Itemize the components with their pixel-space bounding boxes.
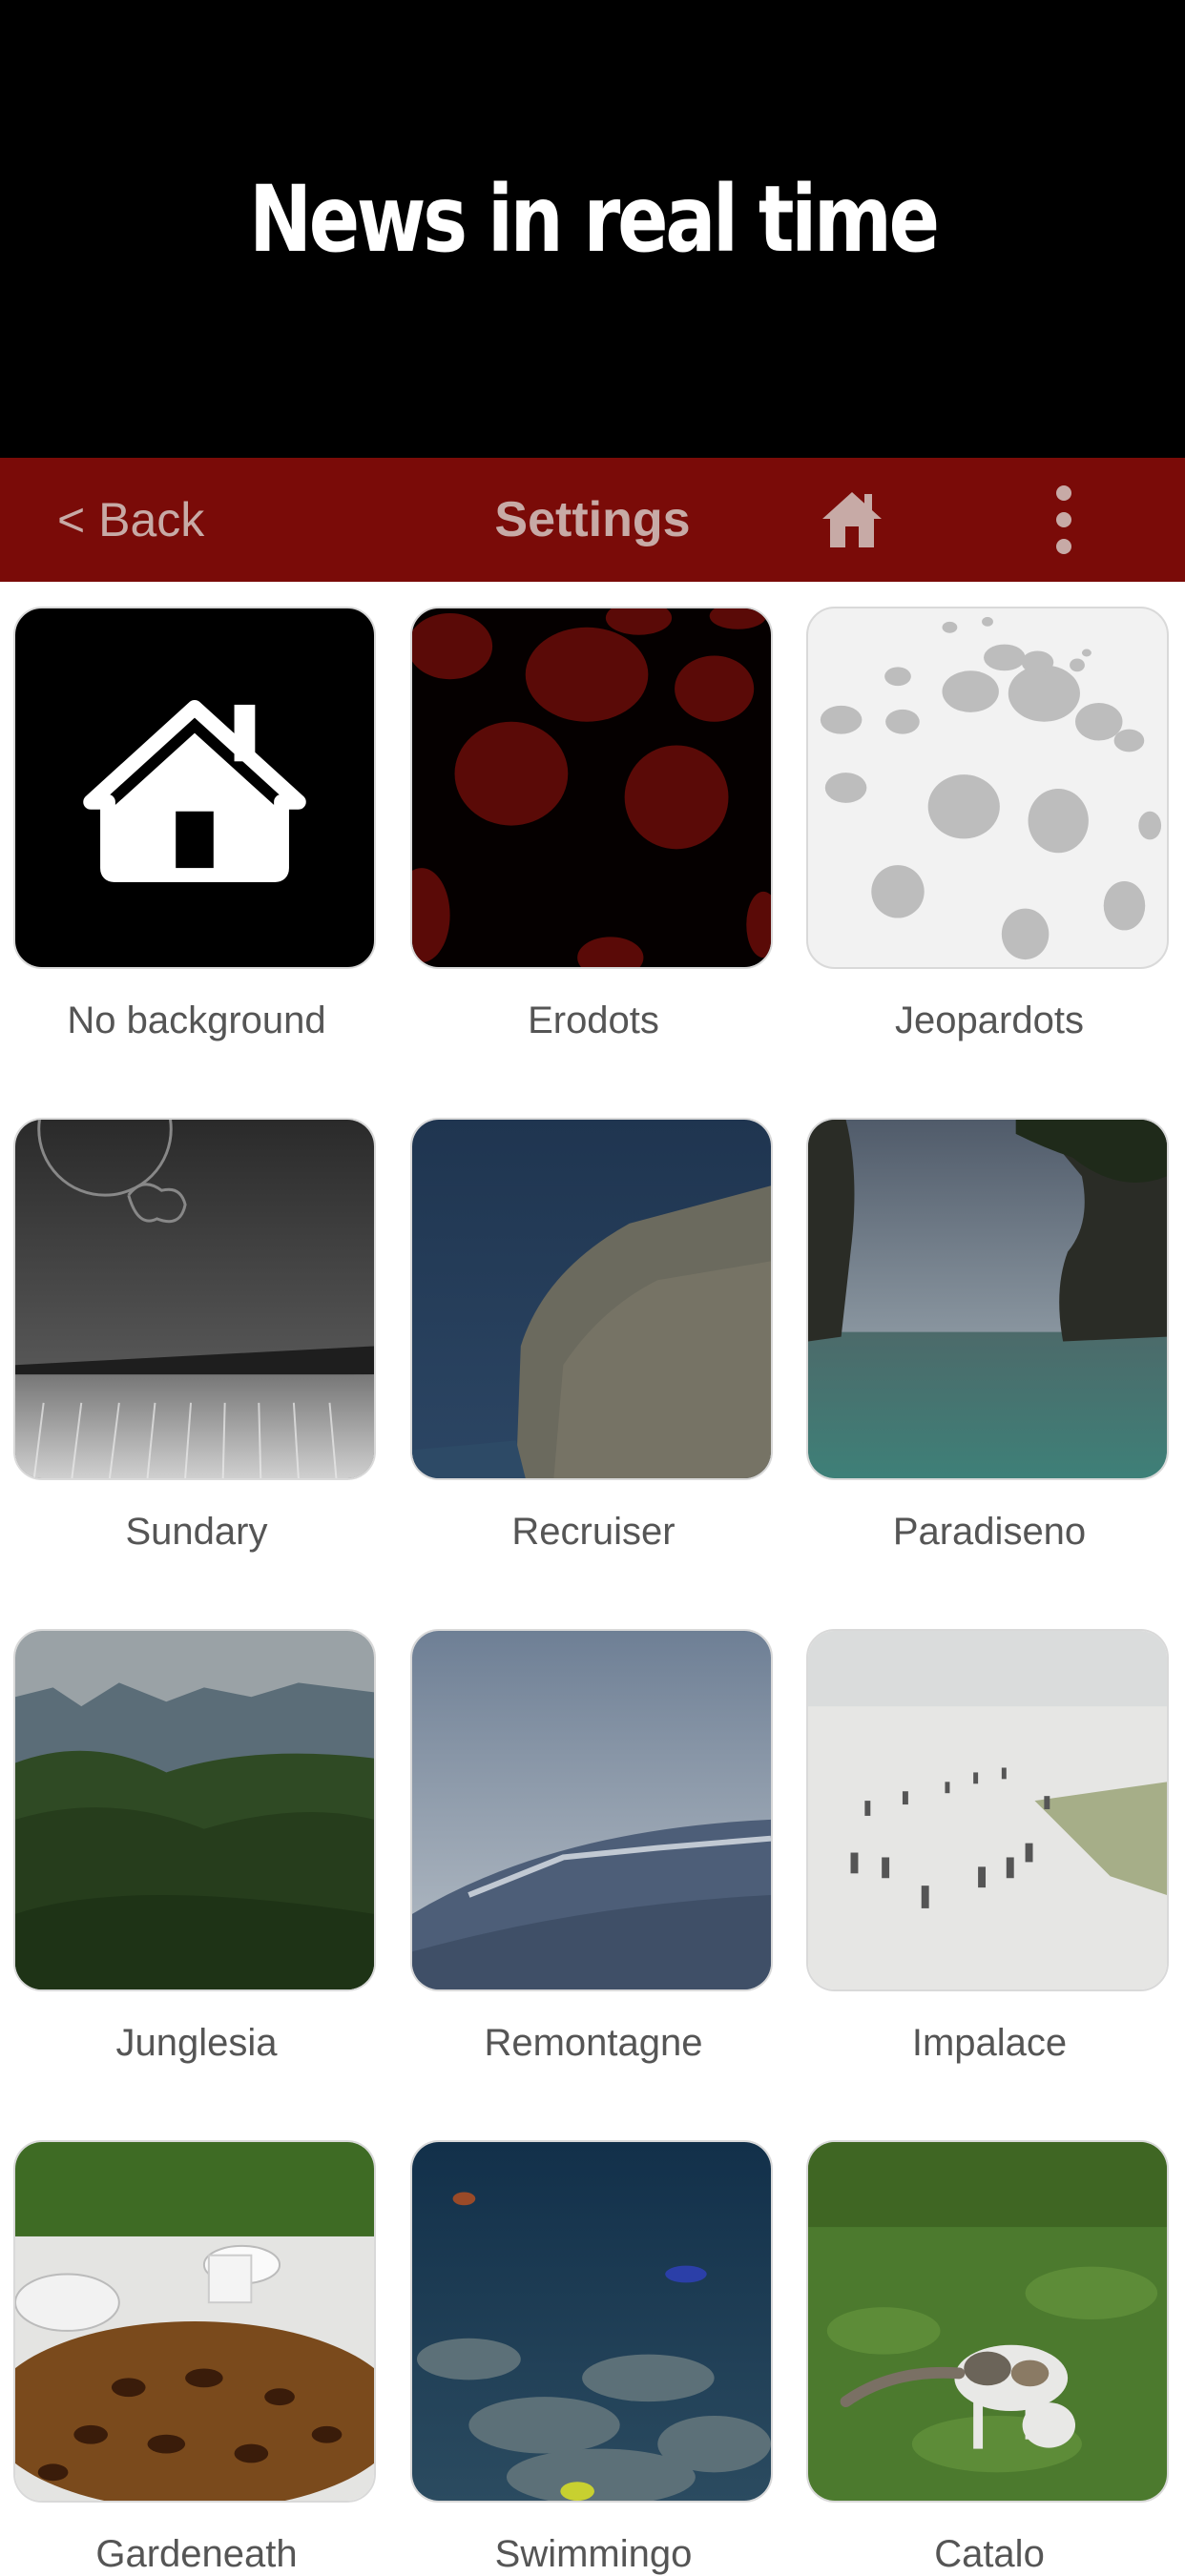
background-label: Catalo xyxy=(934,2533,1045,2575)
background-label: Remontagne xyxy=(484,2022,703,2064)
background-label: Sundary xyxy=(125,1511,268,1553)
remontagne-thumbnail[interactable] xyxy=(410,1629,773,1991)
background-option-swimmingo[interactable]: Swimmingo xyxy=(410,2140,777,2576)
background-label: Junglesia xyxy=(115,2022,278,2064)
navigation-bar: < Back Settings xyxy=(0,458,1185,582)
swimmingo-thumbnail[interactable] xyxy=(410,2140,773,2503)
no-background-thumbnail[interactable] xyxy=(13,607,376,969)
sundary-thumbnail[interactable] xyxy=(13,1118,376,1480)
background-option-recruiser[interactable]: Recruiser xyxy=(410,1118,777,1554)
background-label: Jeopardots xyxy=(895,999,1084,1041)
background-label: Gardeneath xyxy=(95,2533,298,2575)
home-icon[interactable] xyxy=(819,486,885,553)
background-option-remontagne[interactable]: Remontagne xyxy=(410,1629,777,2065)
background-option-impalace[interactable]: Impalace xyxy=(806,1629,1173,2065)
more-vertical-icon[interactable] xyxy=(1050,482,1078,558)
house-icon xyxy=(83,699,306,882)
background-label: Erodots xyxy=(528,999,659,1041)
catalo-thumbnail[interactable] xyxy=(806,2140,1169,2503)
background-label: No background xyxy=(67,999,326,1041)
erodots-thumbnail[interactable] xyxy=(410,607,773,969)
background-option-gardeneath[interactable]: Gardeneath xyxy=(13,2140,380,2576)
impalace-thumbnail[interactable] xyxy=(806,1629,1169,1991)
background-option-paradiseno[interactable]: Paradiseno xyxy=(806,1118,1173,1554)
paradiseno-thumbnail[interactable] xyxy=(806,1118,1169,1480)
background-label: Swimmingo xyxy=(494,2533,693,2575)
background-option-catalo[interactable]: Catalo xyxy=(806,2140,1173,2576)
background-option-sundary[interactable]: Sundary xyxy=(13,1118,380,1554)
background-option-erodots[interactable]: Erodots xyxy=(410,607,777,1042)
junglesia-thumbnail[interactable] xyxy=(13,1629,376,1991)
app-title: News in real time xyxy=(248,166,940,273)
recruiser-thumbnail[interactable] xyxy=(410,1118,773,1480)
jeopardots-thumbnail[interactable] xyxy=(806,607,1169,969)
background-label: Recruiser xyxy=(511,1511,676,1553)
background-label: Impalace xyxy=(911,2022,1068,2064)
page-title: Settings xyxy=(494,492,691,547)
background-option-no-background[interactable]: No background xyxy=(13,607,380,1042)
app-header: News in real time xyxy=(0,0,1185,458)
background-label: Paradiseno xyxy=(892,1511,1087,1553)
gardeneath-thumbnail[interactable] xyxy=(13,2140,376,2503)
background-option-junglesia[interactable]: Junglesia xyxy=(13,1629,380,2065)
background-option-jeopardots[interactable]: Jeopardots xyxy=(806,607,1173,1042)
